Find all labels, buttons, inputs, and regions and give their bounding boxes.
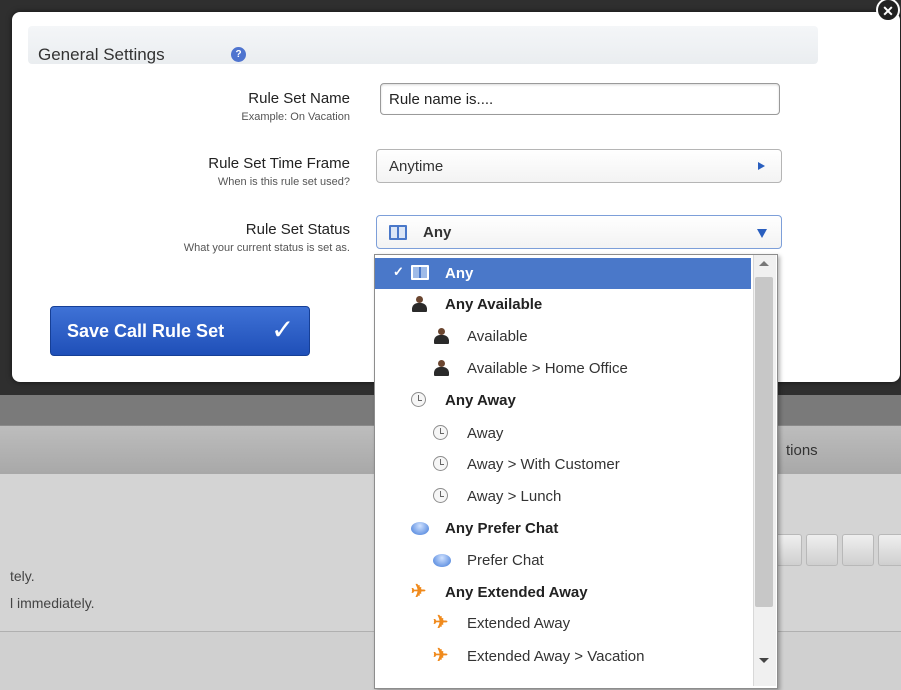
dropdown-option[interactable]: Any Prefer Chat — [375, 513, 751, 544]
chat-icon — [433, 554, 451, 567]
dropdown-option[interactable]: Away — [375, 418, 751, 449]
row-action-icon[interactable] — [806, 534, 838, 566]
dropdown-option-label: Available > Home Office — [467, 360, 628, 377]
status-dropdown-list[interactable]: ✓ Any Any Available Available Available > Ho… — [374, 254, 778, 689]
book-icon — [411, 265, 429, 280]
person-icon — [411, 296, 427, 312]
checkmark-icon: ✓ — [271, 314, 295, 345]
time-frame-select[interactable]: Anytime — [376, 149, 782, 183]
dropdown-option[interactable]: Prefer Chat — [375, 545, 751, 576]
dropdown-option-label: Any — [445, 265, 474, 282]
dropdown-option-label: Away — [467, 425, 504, 442]
status-label: Rule Set Status — [245, 221, 350, 238]
dropdown-option-label: Away > Lunch — [467, 488, 562, 505]
dropdown-option[interactable]: ✓ Any — [375, 258, 751, 289]
rule-set-name-hint: Example: On Vacation — [241, 111, 350, 123]
scroll-down-icon[interactable] — [759, 658, 769, 663]
dropdown-option-label: Any Extended Away — [445, 584, 588, 601]
dropdown-option-label: Extended Away > Vacation — [467, 648, 645, 665]
dialog-title: General Settings — [38, 45, 165, 64]
scrollbar-thumb[interactable] — [755, 277, 773, 607]
dropdown-option-label: Any Available — [445, 296, 543, 313]
clock-icon — [433, 488, 448, 503]
person-icon — [433, 360, 449, 376]
save-button-label: Save Call Rule Set — [67, 321, 225, 341]
chat-icon — [411, 522, 429, 535]
time-frame-label: Rule Set Time Frame — [208, 155, 350, 172]
dropdown-option[interactable]: ✈ Any Extended Away — [375, 577, 751, 608]
clock-icon — [433, 456, 448, 471]
dropdown-option-label: Available — [467, 328, 528, 345]
chevron-right-icon — [758, 162, 765, 170]
clock-icon — [433, 425, 448, 440]
table-header-label: tions — [786, 442, 818, 459]
dropdown-option[interactable]: Available > Home Office — [375, 353, 751, 384]
row-text-line-1: tely. — [10, 568, 35, 584]
dropdown-option[interactable]: Any Away — [375, 385, 751, 416]
checkmark-icon: ✓ — [393, 264, 404, 279]
status-hint: What your current status is set as. — [183, 242, 350, 254]
plane-icon: ✈ — [411, 581, 427, 601]
dropdown-option-label: Any Away — [445, 392, 516, 409]
dropdown-option[interactable]: Available — [375, 321, 751, 352]
dropdown-option[interactable]: Away > Lunch — [375, 481, 751, 512]
edit-icon[interactable] — [842, 534, 874, 566]
dropdown-option[interactable]: ✈ Extended Away > Vacation — [375, 641, 751, 672]
time-frame-hint: When is this rule set used? — [217, 176, 350, 188]
dropdown-option-label: Extended Away — [467, 615, 571, 632]
save-call-rule-set-button[interactable]: Save Call Rule Set ✓ — [50, 306, 310, 356]
dropdown-option[interactable]: ✈ Extended Away — [375, 608, 751, 639]
rule-set-name-input[interactable] — [380, 83, 780, 115]
dropdown-option-label: Away > With Customer — [467, 456, 620, 473]
row-text-line-2: l immediately. — [10, 595, 95, 611]
dropdown-option[interactable]: Any Available — [375, 289, 751, 320]
dropdown-option-label: Any Prefer Chat — [445, 520, 559, 537]
scroll-up-icon[interactable] — [759, 261, 769, 266]
plane-icon: ✈ — [433, 612, 449, 632]
time-frame-value: Anytime — [389, 158, 444, 175]
status-value: Any — [423, 224, 452, 241]
dropdown-option[interactable]: Away > With Customer — [375, 449, 751, 480]
delete-icon[interactable] — [878, 534, 901, 566]
person-icon — [433, 328, 449, 344]
clock-icon — [411, 392, 426, 407]
chevron-down-icon — [757, 229, 767, 238]
help-icon[interactable]: ? — [231, 47, 246, 62]
plane-icon: ✈ — [433, 645, 449, 665]
book-icon — [389, 225, 407, 240]
status-select[interactable]: Any — [376, 215, 782, 249]
rule-set-name-label: Rule Set Name — [248, 90, 350, 107]
dropdown-option-label: Prefer Chat — [467, 552, 544, 569]
